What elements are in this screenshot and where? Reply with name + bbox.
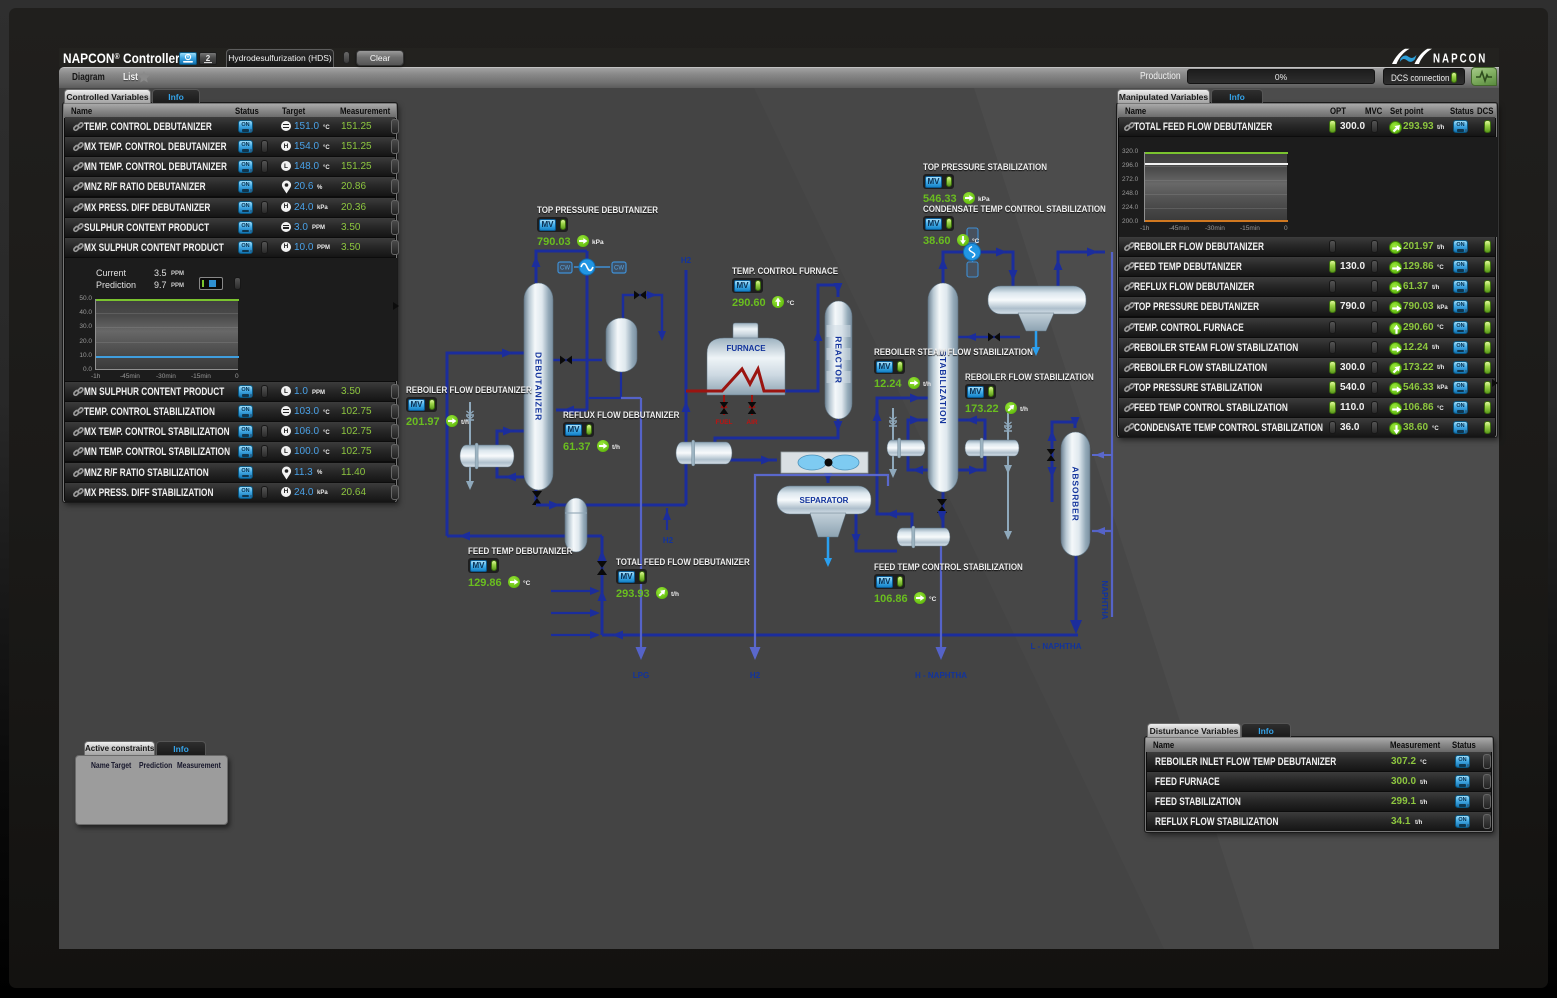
svg-text:REACTOR: REACTOR [834,336,844,383]
svg-text:CW: CW [560,266,570,272]
svg-text:NAPHTHA: NAPHTHA [1100,580,1109,619]
svg-text:H2: H2 [681,256,692,265]
svg-text:FURNACE: FURNACE [726,344,766,353]
svg-text:H2: H2 [750,671,761,680]
svg-text:ABSORBER: ABSORBER [1071,466,1081,521]
svg-text:H2: H2 [663,536,674,545]
svg-text:L - NAPHTHA: L - NAPHTHA [1031,642,1082,651]
svg-text:2: 2 [206,54,211,63]
svg-text:LPG: LPG [633,671,649,680]
svg-text:NAPCON: NAPCON [1433,52,1487,65]
svg-text:CW: CW [614,266,624,272]
svg-text:SEPARATOR: SEPARATOR [800,496,849,505]
svg-text:AIR: AIR [746,419,758,426]
svg-text:STABILIZATION: STABILIZATION [938,351,948,425]
svg-text:DEBUTANIZER: DEBUTANIZER [534,352,544,421]
svg-text:H - NAPHTHA: H - NAPHTHA [915,671,967,680]
svg-text:FUEL: FUEL [716,419,733,426]
